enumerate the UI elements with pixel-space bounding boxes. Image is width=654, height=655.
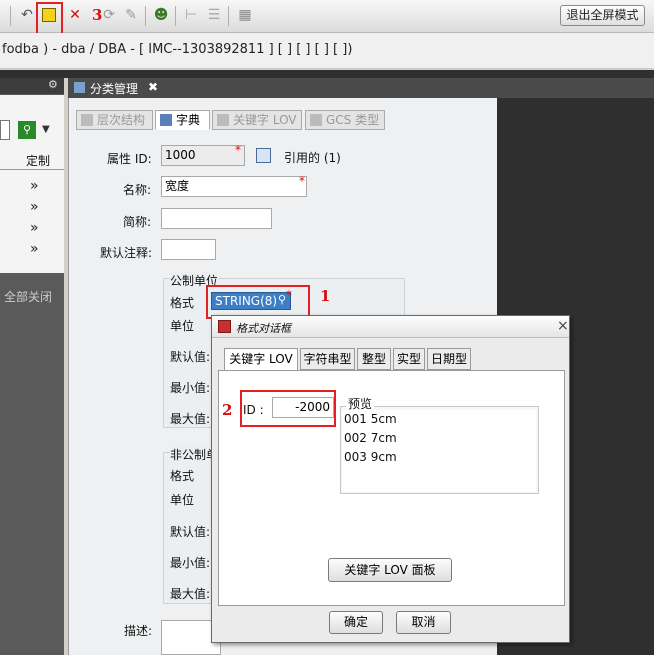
required-mark: * — [235, 143, 241, 157]
tab-keyword-lov[interactable]: 关键字 LOV — [224, 348, 298, 371]
nm-min-label: 最小值: — [170, 556, 211, 570]
short-name-label: 简称: — [123, 215, 152, 229]
default-value-label: 默认值: — [170, 350, 211, 364]
nm-max-label: 最大值: — [170, 587, 211, 601]
chevron-down-icon[interactable]: ▼ — [42, 124, 50, 135]
close-icon[interactable]: ✖ — [148, 80, 158, 94]
name-field[interactable]: 宽度 — [161, 176, 307, 197]
list-item: 003 9cm — [344, 450, 397, 464]
tab-gcs-type[interactable]: GCS 类型 — [305, 110, 385, 130]
tab-keyword-lov[interactable]: 关键字 LOV — [212, 110, 302, 130]
chevron-right-icon[interactable]: » — [30, 199, 39, 215]
short-name-field[interactable] — [161, 208, 272, 229]
divider — [0, 70, 654, 78]
required-mark: * — [299, 174, 305, 188]
list-item: 002 7cm — [344, 431, 397, 445]
cancel-button[interactable]: 取消 — [396, 611, 451, 634]
annotation-box-1 — [206, 285, 310, 319]
left-search-input[interactable] — [0, 120, 10, 140]
annotation-box-3 — [36, 2, 63, 37]
attribute-id-label: 属性 ID: — [107, 152, 152, 166]
dialog-title-bar: 格式对话框 × — [212, 316, 569, 338]
min-value-label: 最小值: — [170, 381, 211, 395]
close-icon[interactable]: × — [557, 318, 569, 334]
gcs-icon — [310, 114, 322, 126]
close-all-button[interactable]: 全部关闭 — [4, 288, 52, 305]
keyword-lov-panel-button[interactable]: 关键字 LOV 面板 — [328, 558, 452, 582]
tree-icon[interactable]: ⊢ — [182, 6, 200, 24]
annotation-number-1: 1 — [320, 287, 331, 305]
user-icon[interactable]: ☻ — [152, 6, 170, 24]
tab-string-type[interactable]: 字符串型 — [300, 348, 355, 370]
toolbar-separator — [228, 6, 229, 26]
nm-unit-label: 单位 — [170, 493, 195, 507]
toolbar-separator — [145, 6, 146, 26]
hierarchy-icon — [81, 114, 93, 126]
unit-label: 单位 — [170, 319, 195, 333]
annotation-number-3: 3 — [92, 6, 103, 24]
nm-default-label: 默认值: — [170, 525, 211, 539]
refresh-icon[interactable]: ⟳ — [100, 6, 118, 24]
referenced-link[interactable]: 引用的 (1) — [284, 149, 341, 166]
app-icon — [218, 320, 231, 333]
search-icon[interactable]: ⚲ — [18, 121, 36, 139]
chevron-right-icon[interactable]: » — [30, 178, 39, 194]
table-icon[interactable]: ▦ — [236, 6, 254, 24]
tab-real-type[interactable]: 实型 — [393, 348, 425, 370]
path-text: fodba ) - dba / DBA - [ IMC--1303892811 … — [2, 42, 353, 57]
path-bar: fodba ) - dba / DBA - [ IMC--1303892811 … — [0, 33, 654, 69]
name-label: 名称: — [123, 183, 152, 197]
settings-icon[interactable]: ✎ — [122, 6, 140, 24]
annotation-box-2 — [240, 390, 336, 427]
lov-icon — [217, 114, 229, 126]
dictionary-icon — [160, 114, 172, 126]
main-tab-header: 分类管理 ✖ — [68, 78, 654, 98]
tab-integer-type[interactable]: 整型 — [357, 348, 391, 370]
tab-dictionary[interactable]: 字典 — [155, 110, 210, 130]
format-dialog: 格式对话框 × 关键字 LOV 字符串型 整型 实型 日期型 ID : -200… — [211, 315, 570, 643]
description-label: 描述: — [124, 624, 153, 638]
tab-hierarchy[interactable]: 层次结构 — [76, 110, 153, 130]
list-icon[interactable]: ☰ — [205, 6, 223, 24]
ok-button[interactable]: 确定 — [329, 611, 383, 634]
default-note-label: 默认注释: — [100, 246, 153, 260]
chevron-right-icon[interactable]: » — [30, 220, 39, 236]
tab-label: 关键字 LOV — [233, 113, 297, 127]
tab-label: GCS 类型 — [326, 113, 380, 127]
exit-fullscreen-button[interactable]: 退出全屏模式 — [560, 5, 645, 26]
list-item: 001 5cm — [344, 412, 397, 426]
default-note-field[interactable] — [161, 239, 216, 260]
divider — [0, 169, 64, 170]
toolbar-separator — [10, 6, 11, 26]
annotation-number-2: 2 — [222, 401, 233, 419]
attribute-id-field[interactable]: 1000 — [161, 145, 245, 166]
tab-label: 字典 — [176, 113, 201, 127]
gear-icon[interactable]: ⚙ — [48, 78, 58, 91]
tab-date-type[interactable]: 日期型 — [427, 348, 471, 370]
tab-label: 层次结构 — [97, 113, 146, 127]
tab-category-management[interactable]: 分类管理 — [90, 80, 138, 97]
toolbar-separator — [175, 6, 176, 26]
delete-icon[interactable]: ✕ — [66, 6, 84, 24]
undo-icon[interactable]: ↶ — [18, 6, 36, 24]
preview-list: 001 5cm 002 7cm 003 9cm — [342, 410, 536, 492]
chevron-right-icon[interactable]: » — [30, 241, 39, 257]
nm-format-label: 格式 — [170, 469, 195, 483]
format-label: 格式 — [170, 296, 195, 310]
dialog-title: 格式对话框 — [236, 322, 291, 335]
max-value-label: 最大值: — [170, 412, 211, 426]
customize-label[interactable]: 定制 — [26, 152, 50, 169]
referenced-icon[interactable] — [256, 148, 271, 163]
left-panel-header: ⚙ — [0, 78, 64, 94]
category-icon — [74, 82, 85, 93]
